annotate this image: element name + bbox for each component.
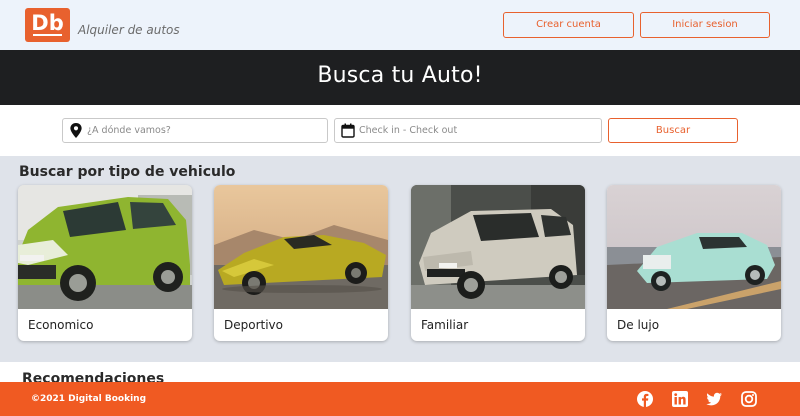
instagram-icon[interactable] [741,391,757,407]
linkedin-icon[interactable] [672,391,688,407]
recommendations-section: Recomendaciones [0,362,800,382]
brand-tagline: Alquiler de autos [78,23,180,37]
site-footer: ©2021 Digital Booking [0,382,800,416]
category-card-deportivo[interactable]: Deportivo [214,185,388,341]
logo-underline [33,34,62,36]
vehicle-categories-section: Buscar por tipo de vehiculo Economico De… [0,156,800,362]
recommendations-title: Recomendaciones [22,371,165,382]
category-label: Economico [28,318,94,332]
category-label: Deportivo [224,318,283,332]
category-card-familiar[interactable]: Familiar [411,185,585,341]
hero-banner: Busca tu Auto! [0,50,800,105]
search-button[interactable]: Buscar [608,118,738,143]
silver-minivan-photo [411,185,585,309]
date-range-input[interactable]: Check in - Check out [334,118,602,143]
top-header: Db Alquiler de autos Crear cuenta Inicia… [0,0,800,50]
facebook-icon[interactable] [637,391,653,407]
logo-text: Db [31,11,64,35]
category-card-de-lujo[interactable]: De lujo [607,185,781,341]
yellow-sports-car-photo [214,185,388,309]
categories-title: Buscar por tipo de vehiculo [19,164,236,180]
calendar-icon [341,123,355,138]
destination-placeholder: ¿A dónde vamos? [87,125,171,136]
category-label: Familiar [421,318,469,332]
search-bar: ¿A dónde vamos? Check in - Check out Bus… [0,105,800,156]
copyright-text: ©2021 Digital Booking [31,394,147,404]
create-account-button[interactable]: Crear cuenta [503,12,634,38]
category-label: De lujo [617,318,660,332]
category-card-economico[interactable]: Economico [18,185,192,341]
green-hatchback-photo [18,185,192,309]
dates-placeholder: Check in - Check out [359,125,458,136]
brand-logo[interactable]: Db [25,8,70,42]
twitter-icon[interactable] [706,391,722,407]
mint-luxury-sedan-photo [607,185,781,309]
destination-input[interactable]: ¿A dónde vamos? [62,118,328,143]
banner-title: Busca tu Auto! [317,63,483,88]
location-pin-icon [70,123,82,138]
login-button[interactable]: Iniciar sesion [640,12,770,38]
